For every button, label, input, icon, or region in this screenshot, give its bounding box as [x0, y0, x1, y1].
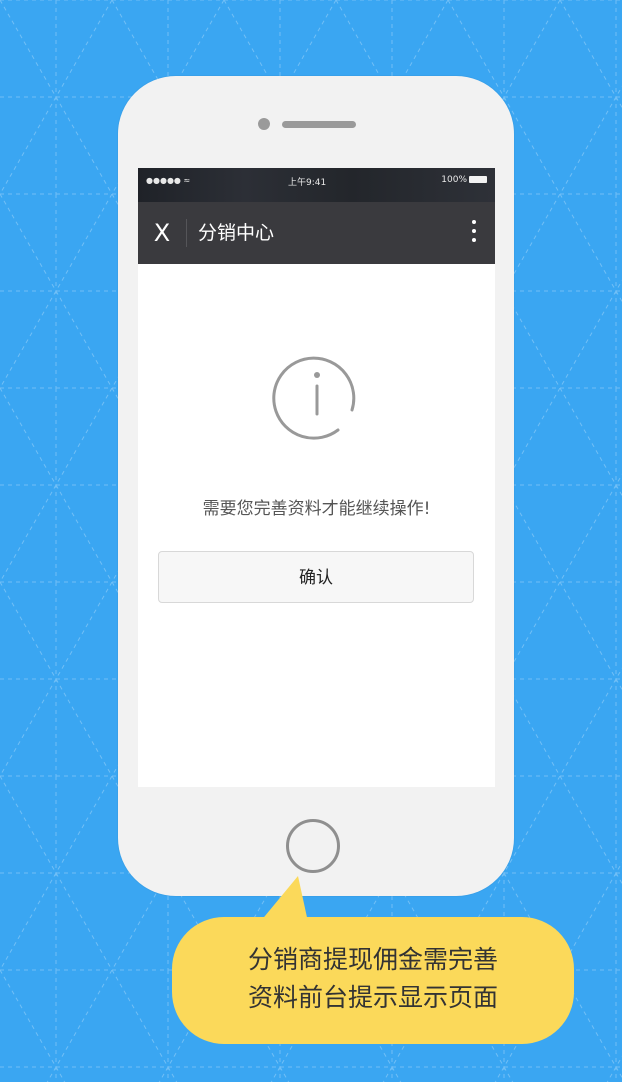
phone-screen: ●●●●● ≈ 上午9:41 100% X 分销中心 需要您完善资料才能继续操作… [138, 168, 495, 787]
status-time: 上午9:41 [288, 178, 327, 188]
battery-percent: 100% [441, 175, 467, 185]
callout-line-2: 资料前台提示显示页面 [247, 983, 498, 1012]
callout-line-1: 分销商提现佣金需完善 [247, 945, 498, 974]
nav-bar: X 分销中心 [138, 202, 495, 264]
camera-dot [258, 118, 270, 130]
battery-indicator: 100% [441, 175, 487, 185]
callout-bubble: 分销商提现佣金需完善 资料前台提示显示页面 [172, 917, 574, 1044]
page-title: 分销中心 [198, 222, 275, 244]
nav-divider [186, 219, 187, 247]
battery-icon [469, 176, 487, 183]
signal-indicator: ●●●●● ≈ [146, 176, 191, 185]
confirm-button[interactable]: 确认 [158, 551, 474, 603]
phone-mockup: ●●●●● ≈ 上午9:41 100% X 分销中心 需要您完善资料才能继续操作… [118, 76, 514, 896]
speaker-grille [282, 121, 356, 128]
status-bar: ●●●●● ≈ 上午9:41 100% [138, 168, 495, 202]
close-icon[interactable]: X [148, 216, 176, 250]
info-icon [272, 356, 356, 440]
home-button [286, 819, 340, 873]
completion-message: 需要您完善资料才能继续操作! [202, 499, 431, 519]
more-vertical-icon[interactable] [467, 217, 481, 249]
